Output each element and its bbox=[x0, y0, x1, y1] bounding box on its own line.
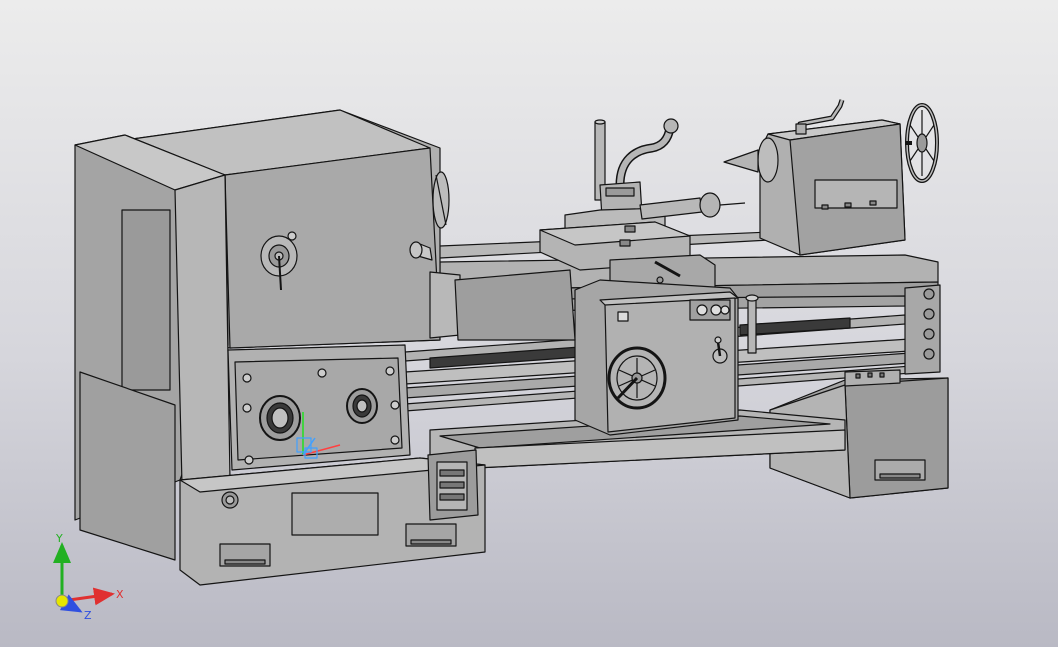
triad-y-label: Y bbox=[55, 532, 63, 545]
triad-x-label: X bbox=[116, 588, 124, 601]
triad-origin bbox=[55, 594, 69, 608]
triad-z-label: Z bbox=[84, 609, 92, 622]
tailstock-handwheel[interactable] bbox=[905, 103, 939, 183]
feed-selector-knob[interactable] bbox=[259, 395, 301, 441]
electrical-box[interactable] bbox=[427, 449, 479, 521]
feed-lever[interactable] bbox=[745, 294, 759, 354]
3d-viewport[interactable]: X Y Z bbox=[0, 0, 1058, 647]
tailstock[interactable] bbox=[723, 99, 906, 256]
orientation-triad[interactable]: X Y Z bbox=[30, 525, 170, 645]
tailstock-center-cone bbox=[723, 149, 759, 173]
carriage-handwheel[interactable] bbox=[607, 346, 667, 410]
thread-selector-knob[interactable] bbox=[346, 388, 378, 424]
apron[interactable] bbox=[574, 279, 739, 436]
bed-end-bracket bbox=[904, 284, 941, 375]
triad-x-axis bbox=[61, 587, 115, 606]
